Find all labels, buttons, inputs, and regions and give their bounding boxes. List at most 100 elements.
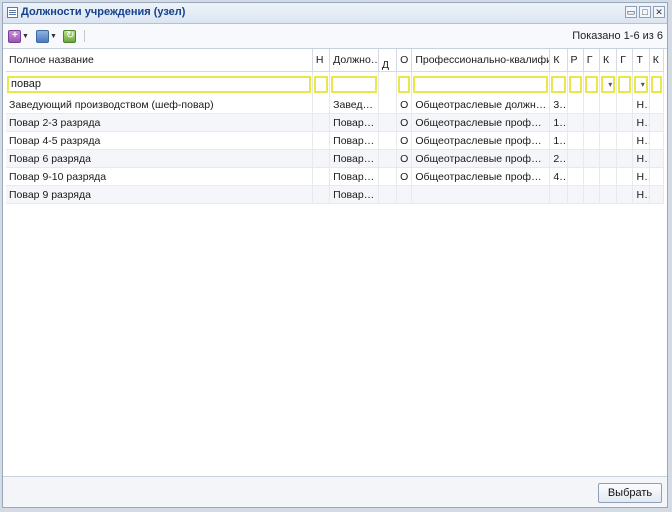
filter-input[interactable] (650, 75, 662, 93)
cell: Н… (632, 149, 650, 168)
cell (616, 96, 634, 114)
cell: 1… (549, 131, 568, 150)
cell: О (396, 149, 413, 168)
filter-dropdown[interactable] (601, 75, 616, 93)
cell (649, 185, 665, 204)
cell: Повар 4-5 разряда (6, 131, 313, 150)
close-button[interactable]: ✕ (653, 6, 665, 18)
column-header[interactable]: К (599, 49, 618, 72)
column-header[interactable]: К (649, 49, 665, 72)
refresh-icon (63, 29, 76, 43)
cell (599, 113, 618, 132)
cell (583, 113, 601, 132)
column-header[interactable]: Р (567, 49, 584, 72)
cell: Общеотраслевые должност… (411, 96, 551, 114)
column-header[interactable]: Н (312, 49, 331, 72)
column-header[interactable]: К (549, 49, 568, 72)
cell: 3… (549, 96, 568, 114)
column-header[interactable]: Г (616, 49, 634, 72)
cell: 2… (549, 149, 568, 168)
table-row[interactable]: Повар 9-10 разряда Повар 9… О Общеотраслевы… (6, 167, 665, 186)
table-row[interactable]: Повар 6 разряда Повар 6… О Общеотраслевые п… (6, 149, 665, 168)
filter-input[interactable] (551, 75, 566, 93)
cell (616, 167, 634, 186)
cell: Н… (632, 185, 650, 204)
cell: Заведующий производством (шеф-повар) (6, 96, 313, 114)
positions-grid: Полное название Н Должно… Д О Профессион… (6, 49, 665, 204)
cell (549, 185, 568, 204)
filter-input[interactable] (398, 75, 411, 93)
cell (649, 131, 665, 150)
filter-input[interactable] (568, 75, 582, 93)
cell: О (396, 113, 413, 132)
cell (599, 96, 618, 114)
cell (583, 167, 601, 186)
column-header[interactable]: Г (583, 49, 601, 72)
cell (378, 96, 398, 114)
column-header-full-name[interactable]: Полное название (6, 49, 313, 72)
cell: О (396, 131, 413, 150)
table-row[interactable]: Повар 4-5 разряда Повар 4… О Общеотраслевые… (6, 131, 665, 150)
cell (583, 149, 601, 168)
add-icon (8, 29, 21, 43)
cell (378, 131, 398, 150)
print-menu-button[interactable]: ▼ (36, 28, 57, 44)
filter-dropdown[interactable] (634, 75, 648, 93)
column-header-position[interactable]: Должно… (329, 49, 379, 72)
cell (312, 96, 331, 114)
cell: Общеотраслевые професси… (411, 167, 551, 186)
cell (649, 113, 665, 132)
cell (567, 149, 584, 168)
column-header-qualification[interactable]: Профессионально-квалифи… (411, 49, 551, 72)
filter-input[interactable] (413, 75, 549, 93)
cell: Повар 6 разряда (6, 149, 313, 168)
cell: Н… (632, 167, 650, 186)
table-row[interactable]: Заведующий производством (шеф-повар) Заве… (6, 96, 665, 114)
toolbar: ▼ ▼ Показано 1-6 из 6 (3, 24, 667, 49)
filter-input[interactable] (331, 75, 377, 93)
cell (616, 185, 634, 204)
cell (583, 96, 601, 114)
cell (312, 149, 331, 168)
select-button[interactable]: Выбрать (598, 483, 662, 503)
cell: Повар 6… (329, 149, 379, 168)
filter-row: повар (6, 71, 665, 96)
cell: Повар 2… (329, 113, 379, 132)
filter-input[interactable] (313, 75, 329, 93)
cell (599, 149, 618, 168)
cell: Заведу… (329, 96, 379, 114)
add-menu-button[interactable]: ▼ (8, 28, 29, 44)
refresh-button[interactable] (63, 28, 76, 44)
cell: 1… (549, 113, 568, 132)
filter-input[interactable] (584, 75, 599, 93)
toolbar-separator (84, 30, 85, 42)
table-row[interactable]: Повар 9 разряда Повар 9… Н… (6, 185, 665, 204)
name-filter-input[interactable]: повар (7, 75, 311, 93)
paging-status: Показано 1-6 из 6 (572, 30, 663, 42)
column-header[interactable]: О (396, 49, 413, 72)
minimize-button[interactable]: ▭ (625, 6, 637, 18)
cell (312, 167, 331, 186)
window-title: Должности учреждения (узел) (21, 6, 186, 18)
cell (583, 131, 601, 150)
filter-input[interactable] (618, 75, 632, 93)
cell (567, 167, 584, 186)
cell (378, 167, 398, 186)
cell (567, 96, 584, 114)
cell (312, 185, 331, 204)
cell (649, 96, 665, 114)
cell (567, 113, 584, 132)
cell: Общеотраслевые професси… (411, 149, 551, 168)
column-header[interactable]: Д (378, 49, 398, 72)
column-header[interactable]: Т (632, 49, 650, 72)
maximize-button[interactable]: □ (639, 6, 651, 18)
cell (567, 131, 584, 150)
grid-window-icon (7, 7, 18, 18)
table-row[interactable]: Повар 2-3 разряда Повар 2… О Общеотраслевые… (6, 113, 665, 132)
cell (616, 131, 634, 150)
cell (312, 131, 331, 150)
title-bar[interactable]: Должности учреждения (узел) ▭ □ ✕ (3, 3, 667, 24)
cell (312, 113, 331, 132)
cell: Повар 9… (329, 167, 379, 186)
dialog-footer: Выбрать (3, 476, 667, 507)
